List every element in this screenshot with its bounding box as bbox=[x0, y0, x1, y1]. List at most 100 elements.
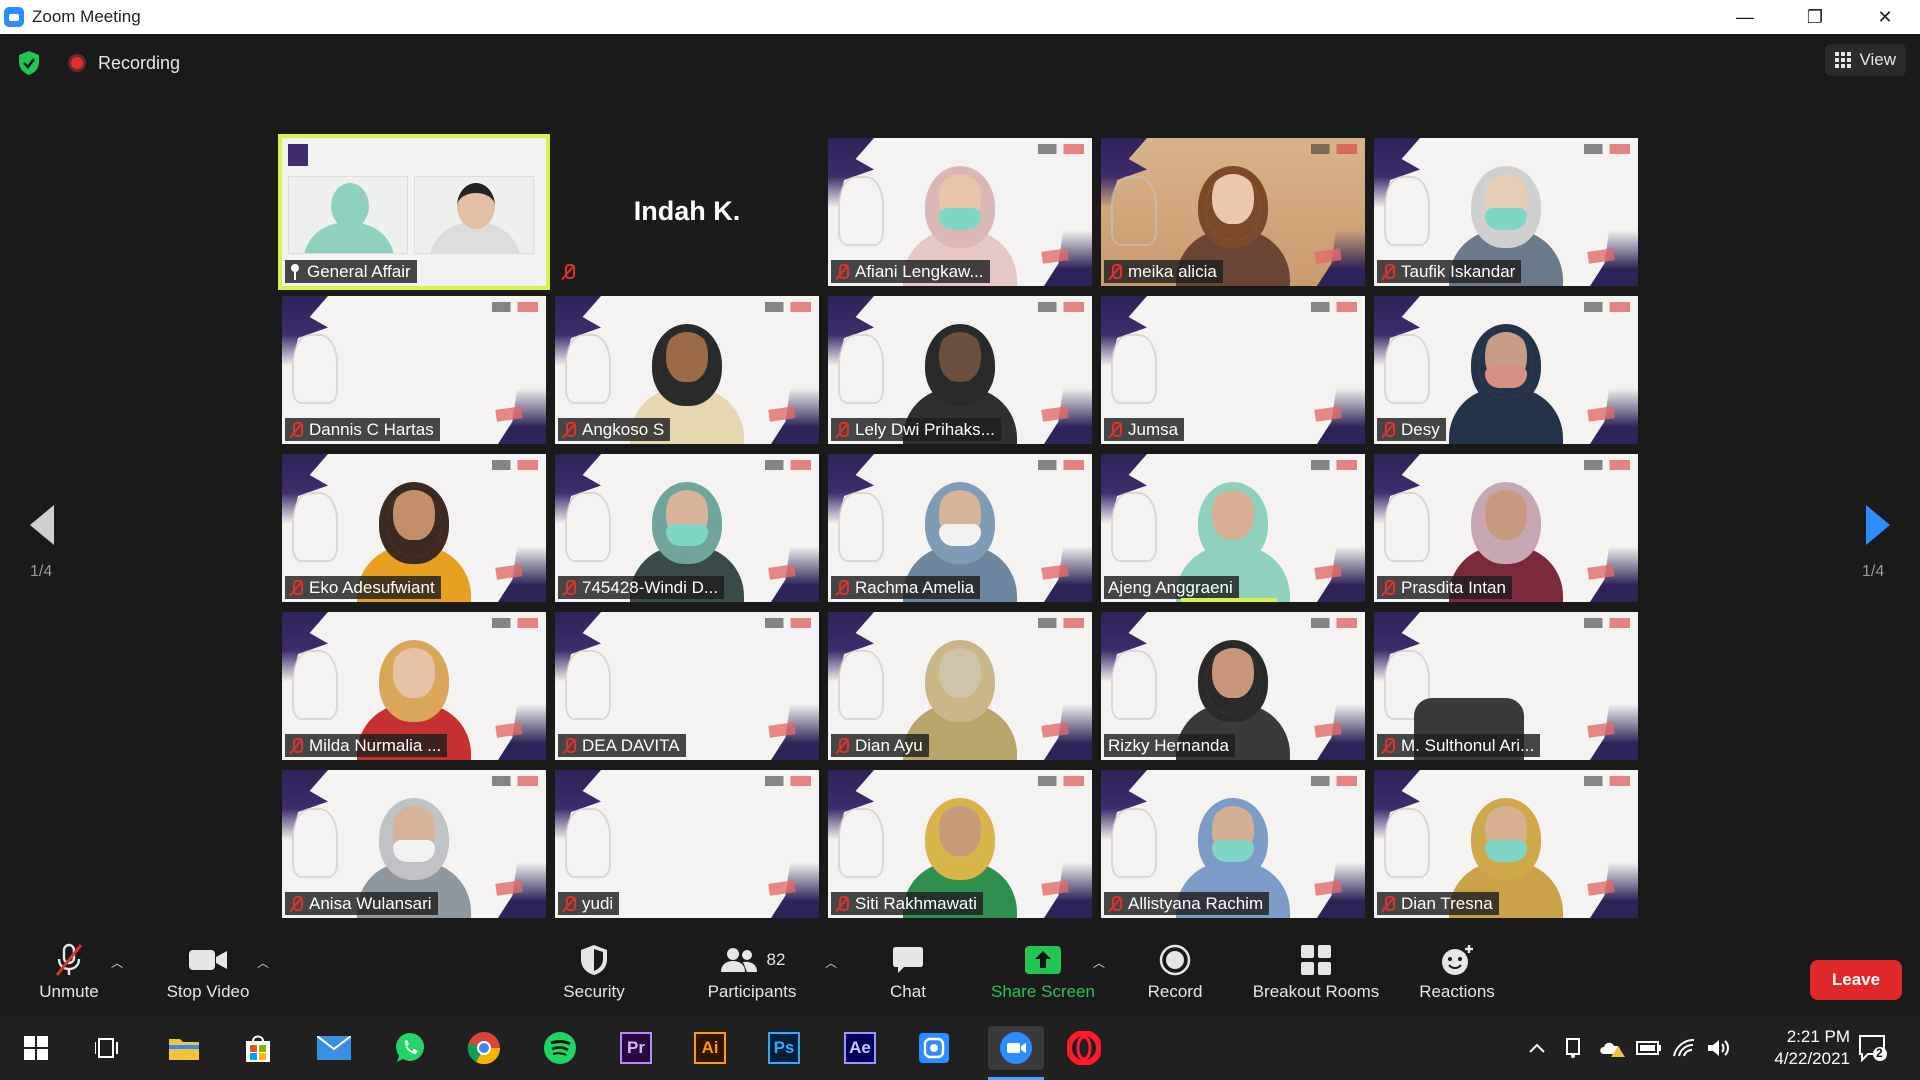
participants-icon bbox=[720, 948, 757, 972]
minimize-button[interactable]: — bbox=[1710, 0, 1780, 34]
opera-icon[interactable] bbox=[1062, 1026, 1106, 1070]
page-indicator-right: 1/4 bbox=[1862, 563, 1885, 580]
unmute-button[interactable]: Unmute bbox=[34, 940, 104, 1016]
participant-name: DEA DAVITA bbox=[582, 735, 680, 755]
participant-tile[interactable]: Anisa Wulansari bbox=[282, 770, 546, 918]
participant-tile[interactable]: Afiani Lengkaw... bbox=[828, 138, 1092, 286]
battery-icon[interactable] bbox=[1636, 1016, 1662, 1080]
record-icon bbox=[1159, 940, 1191, 980]
participant-tile[interactable]: Angkoso S bbox=[555, 296, 819, 444]
background-logo bbox=[1584, 776, 1630, 786]
participant-name-label: Rachma Amelia bbox=[831, 576, 981, 599]
participant-tile[interactable]: Allistyana Rachim bbox=[1101, 770, 1365, 918]
reactions-button[interactable]: Reactions bbox=[1416, 940, 1498, 1016]
muted-mic-icon bbox=[835, 421, 849, 438]
shared-video-left bbox=[288, 176, 408, 254]
participant-name: M. Sulthonul Ari... bbox=[1401, 735, 1535, 755]
share-screen-icon bbox=[1025, 940, 1061, 980]
participants-button[interactable]: 82 Participants bbox=[700, 940, 804, 1016]
participant-name: Desy bbox=[1401, 419, 1440, 439]
muted-mic-icon bbox=[289, 579, 303, 596]
whatsapp-icon[interactable] bbox=[388, 1026, 432, 1070]
after-effects-icon[interactable]: Ae bbox=[838, 1026, 882, 1070]
notifications-icon[interactable]: 2 bbox=[1858, 1034, 1888, 1063]
participant-tile[interactable]: 745428-Windi D... bbox=[555, 454, 819, 602]
participant-name-label: Anisa Wulansari bbox=[285, 892, 438, 915]
illustrator-icon[interactable]: Ai bbox=[688, 1026, 732, 1070]
meeting-tray-icon[interactable] bbox=[1564, 1016, 1584, 1080]
participant-tile[interactable]: Ajeng Anggraeni bbox=[1101, 454, 1365, 602]
participant-name: Eko Adesufwiant bbox=[309, 577, 435, 597]
share-screen-button[interactable]: Share Screen bbox=[988, 940, 1098, 1016]
breakout-rooms-button[interactable]: Breakout Rooms bbox=[1248, 940, 1384, 1016]
muted-mic-icon bbox=[1381, 579, 1395, 596]
muted-mic-icon bbox=[561, 264, 575, 280]
taskbar-clock[interactable]: 2:21 PM 4/22/2021 bbox=[1740, 1026, 1850, 1070]
background-logo bbox=[1038, 144, 1084, 154]
chat-button[interactable]: Chat bbox=[886, 940, 930, 1016]
chat-bubble-icon bbox=[892, 940, 924, 980]
mail-icon[interactable] bbox=[312, 1026, 356, 1070]
participant-name-label: Lely Dwi Prihaks... bbox=[831, 418, 1001, 441]
background-logo bbox=[492, 618, 538, 628]
start-icon[interactable] bbox=[14, 1026, 58, 1070]
participant-tile[interactable]: Milda Nurmalia ... bbox=[282, 612, 546, 760]
muted-mic-icon bbox=[562, 737, 576, 754]
store-icon[interactable] bbox=[236, 1026, 280, 1070]
spotify-icon[interactable] bbox=[538, 1026, 582, 1070]
participant-tile[interactable]: Dian Ayu bbox=[828, 612, 1092, 760]
participant-name-label: Angkoso S bbox=[558, 418, 671, 441]
background-logo bbox=[765, 776, 811, 786]
participant-tile[interactable]: Rachma Amelia bbox=[828, 454, 1092, 602]
participant-tile[interactable]: General Affair bbox=[278, 134, 550, 290]
participant-tile[interactable]: DEA DAVITA bbox=[555, 612, 819, 760]
onedrive-warning-icon[interactable] bbox=[1598, 1016, 1626, 1080]
audio-options-caret[interactable]: ︿ bbox=[110, 940, 124, 1016]
participant-name-label: Eko Adesufwiant bbox=[285, 576, 441, 599]
task-view-icon[interactable] bbox=[86, 1026, 130, 1070]
participants-options-caret[interactable]: ︿ bbox=[824, 940, 838, 1016]
leave-button[interactable]: Leave bbox=[1810, 960, 1902, 1000]
participant-tile[interactable]: Indah K. bbox=[555, 138, 819, 286]
volume-icon[interactable] bbox=[1706, 1016, 1730, 1080]
participant-tile[interactable]: Rizky Hernanda bbox=[1101, 612, 1365, 760]
restore-button[interactable]: ❐ bbox=[1780, 0, 1850, 34]
prev-page-arrow-icon[interactable] bbox=[30, 505, 54, 545]
participant-tile[interactable]: Eko Adesufwiant bbox=[282, 454, 546, 602]
participant-tile[interactable]: meika alicia bbox=[1101, 138, 1365, 286]
photoshop-icon[interactable]: Ps bbox=[762, 1026, 806, 1070]
participant-tile[interactable]: Prasdita Intan bbox=[1374, 454, 1638, 602]
premiere-icon[interactable]: Pr bbox=[614, 1026, 658, 1070]
participant-tile[interactable]: yudi bbox=[555, 770, 819, 918]
wifi-icon[interactable] bbox=[1672, 1016, 1696, 1080]
close-button[interactable]: ✕ bbox=[1850, 0, 1920, 34]
security-button[interactable]: Security bbox=[556, 940, 632, 1016]
file-explorer-icon[interactable] bbox=[162, 1026, 206, 1070]
participant-tile[interactable]: M. Sulthonul Ari... bbox=[1374, 612, 1638, 760]
share-options-caret[interactable]: ︿ bbox=[1092, 940, 1106, 1016]
camera-app-icon[interactable] bbox=[912, 1026, 956, 1070]
participant-tile[interactable]: Desy bbox=[1374, 296, 1638, 444]
view-button[interactable]: View bbox=[1825, 44, 1906, 76]
video-options-caret[interactable]: ︿ bbox=[256, 940, 270, 1016]
participant-tile[interactable]: Siti Rakhmawati bbox=[828, 770, 1092, 918]
record-button[interactable]: Record bbox=[1146, 940, 1204, 1016]
next-page-arrow-icon[interactable] bbox=[1866, 505, 1890, 545]
participant-name-label: yudi bbox=[558, 892, 620, 915]
participant-name: Ajeng Anggraeni bbox=[1108, 577, 1233, 597]
participant-tile[interactable]: Lely Dwi Prihaks... bbox=[828, 296, 1092, 444]
muted-mic-icon bbox=[289, 737, 303, 754]
stop-video-button[interactable]: Stop Video bbox=[160, 940, 256, 1016]
participant-tile[interactable]: Dian Tresna bbox=[1374, 770, 1638, 918]
zoom-icon[interactable] bbox=[988, 1026, 1044, 1080]
participant-tile[interactable]: Dannis C Hartas bbox=[282, 296, 546, 444]
tray-expand-chevron-icon[interactable] bbox=[1528, 1016, 1546, 1080]
chrome-icon[interactable] bbox=[462, 1026, 506, 1070]
background-logo bbox=[765, 618, 811, 628]
participant-name: Dian Tresna bbox=[1401, 893, 1493, 913]
background-logo bbox=[492, 302, 538, 312]
participant-tile[interactable]: Taufik Iskandar bbox=[1374, 138, 1638, 286]
muted-mic-icon bbox=[1381, 895, 1395, 912]
participant-tile[interactable]: Jumsa bbox=[1101, 296, 1365, 444]
encryption-shield-icon[interactable] bbox=[18, 50, 40, 76]
